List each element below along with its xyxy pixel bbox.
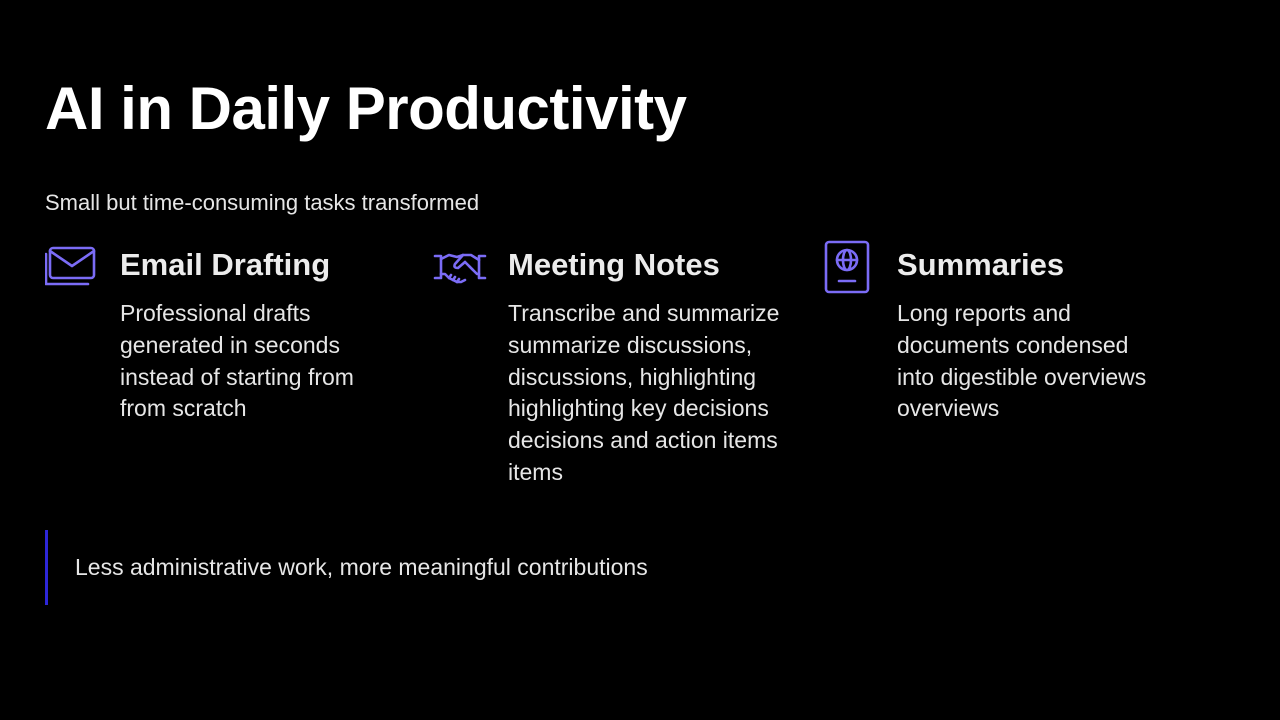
callout-text: Less administrative work, more meaningfu…: [75, 554, 648, 580]
callout-quote: Less administrative work, more meaningfu…: [45, 530, 945, 605]
passport-icon: [822, 240, 876, 294]
card-description: Transcribe and summarize summarize discu…: [508, 300, 780, 485]
slide: AI in Daily Productivity Small but time-…: [0, 0, 1280, 720]
card-title: Summaries: [897, 247, 1065, 282]
envelope-icon: [45, 240, 99, 294]
card-description: Long reports and documents condensed int…: [897, 300, 1147, 422]
slide-title: AI in Daily Productivity: [45, 75, 687, 142]
card-title: Meeting Notes: [508, 247, 720, 282]
handshake-icon: [433, 240, 487, 294]
card-title: Email Drafting: [120, 247, 331, 282]
slide-subtitle: Small but time-consuming tasks transform…: [45, 190, 480, 215]
card-description: Professional drafts generated in seconds…: [120, 300, 354, 422]
callout-accent-bar: [45, 530, 48, 605]
